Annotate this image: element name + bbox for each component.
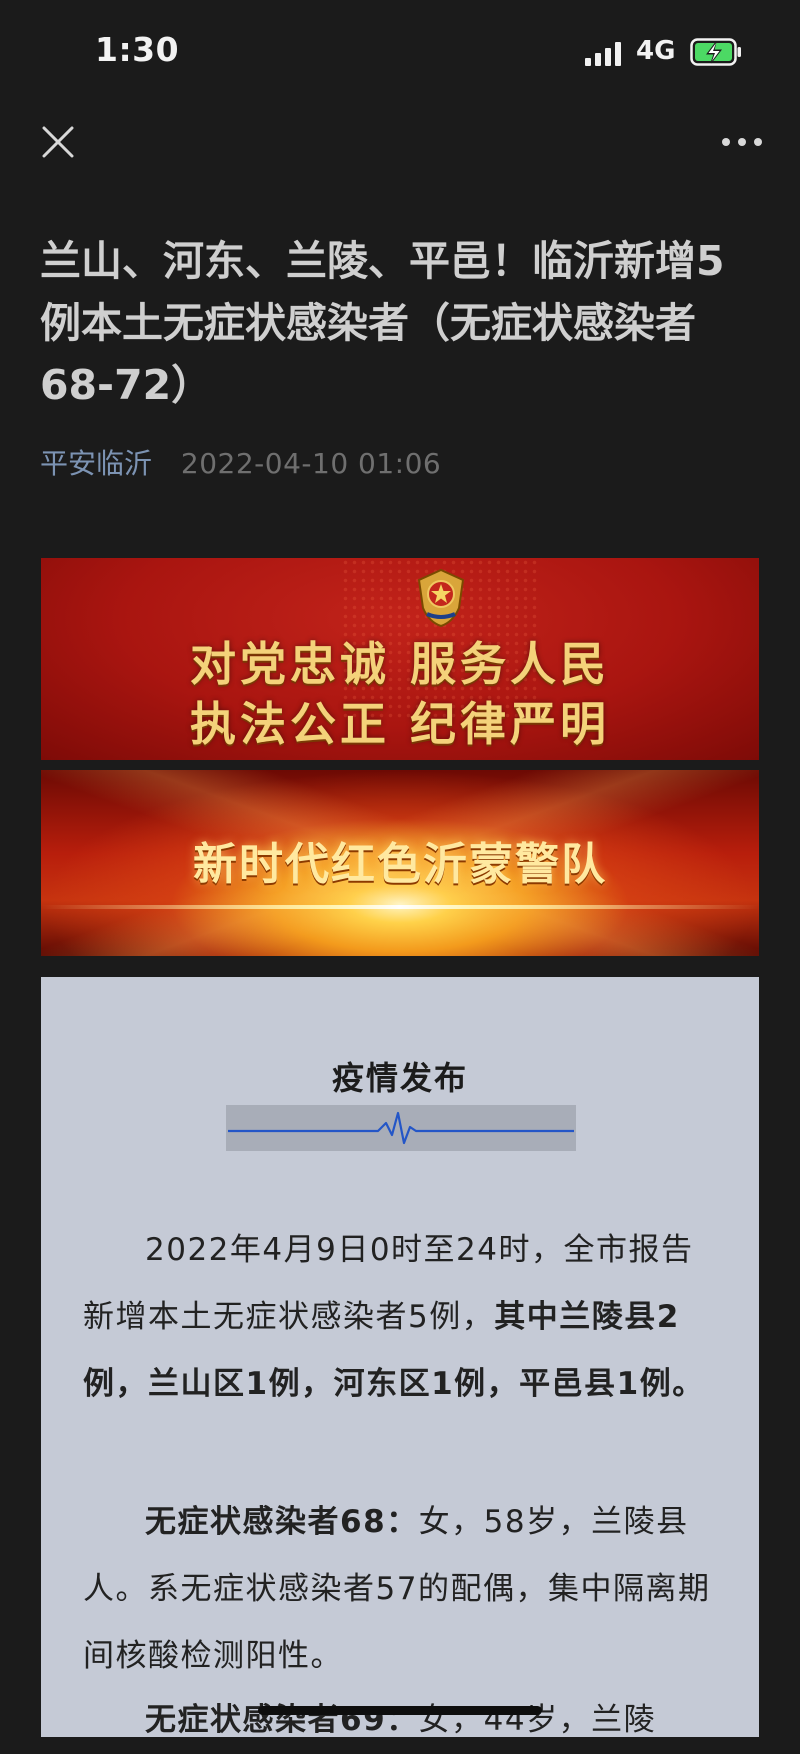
announcement-card: 疫情发布 2022年4月9日0时至24时，全市报告新增本土无症状感染者5例，其中… xyxy=(41,977,759,1738)
pulse-line-icon xyxy=(228,1111,574,1145)
status-time: 1:30 xyxy=(95,30,180,69)
slogan-banner-image: 对党忠诚 服务人民 执法公正 纪律严明 xyxy=(41,558,759,760)
account-name-link[interactable]: 平安临沂 xyxy=(40,447,152,480)
paragraph-case-69: 无症状感染者69：女，44岁，兰陵 xyxy=(83,1687,719,1754)
status-bar: 1:30 4G xyxy=(0,0,800,105)
announcement-heading: 疫情发布 xyxy=(331,1059,468,1097)
article-title: 兰山、河东、兰陵、平邑！临沂新增5例本土无症状感染者（无症状感染者68-72） xyxy=(40,237,725,409)
battery-charging-icon xyxy=(690,38,741,66)
pulse-divider xyxy=(226,1105,576,1151)
signal-icon xyxy=(585,42,625,66)
close-icon[interactable] xyxy=(40,124,76,160)
slogan-line-2: 执法公正 纪律严明 xyxy=(189,697,610,751)
police-team-banner-image: 新时代红色沂蒙警队 xyxy=(41,770,759,956)
glow-line-decoration xyxy=(41,905,759,909)
home-indicator[interactable] xyxy=(258,1706,542,1715)
more-icon[interactable] xyxy=(720,130,764,154)
paragraph-summary: 2022年4月9日0时至24时，全市报告新增本土无症状感染者5例，其中兰陵县2例… xyxy=(83,1217,719,1418)
network-type: 4G xyxy=(636,36,676,66)
paragraph-case-68: 无症状感染者68：女，58岁，兰陵县人。系无症状感染者57的配偶，集中隔离期间核… xyxy=(83,1489,719,1690)
police-team-slogan: 新时代红色沂蒙警队 xyxy=(193,839,607,890)
publish-date: 2022-04-10 01:06 xyxy=(180,447,442,480)
article-meta: 平安临沂 2022-04-10 01:06 xyxy=(40,442,441,482)
slogan-line-1: 对党忠诚 服务人民 xyxy=(189,637,610,691)
case-68-label: 无症状感染者68： xyxy=(145,1504,419,1540)
police-emblem-icon xyxy=(417,568,465,628)
